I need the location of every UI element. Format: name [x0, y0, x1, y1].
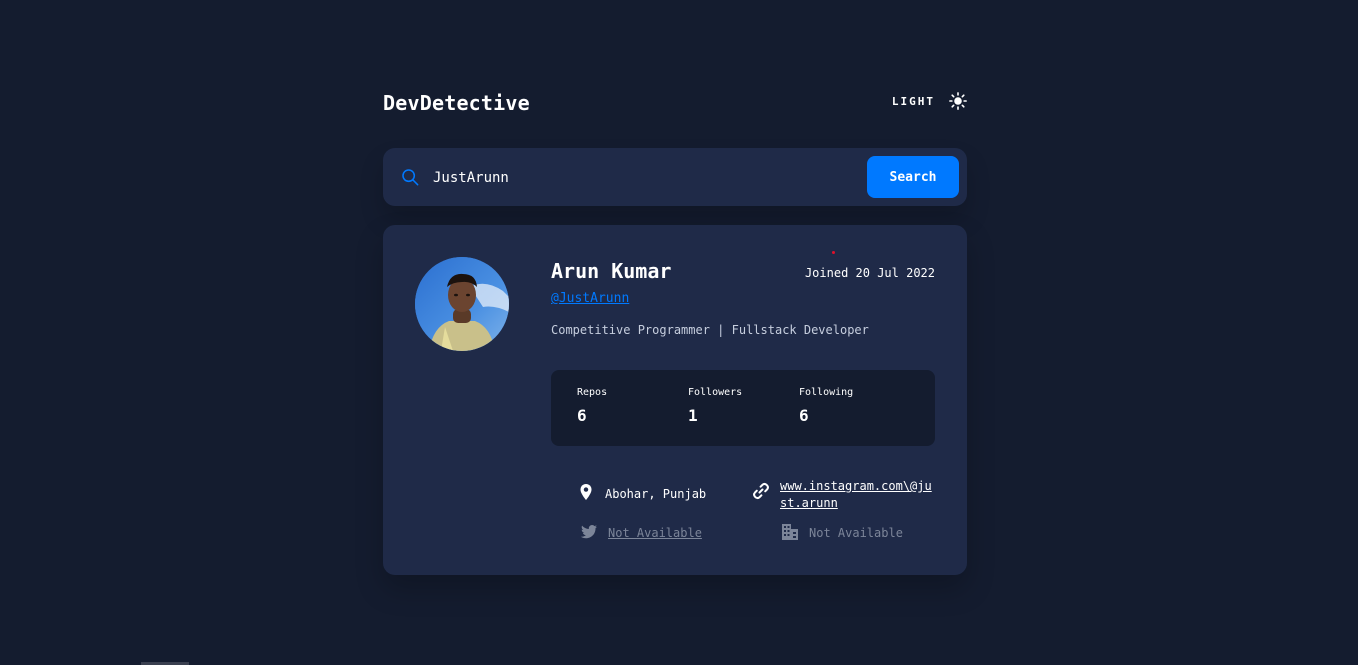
- location-info: Abohar, Punjab: [577, 483, 706, 503]
- header: DevDetective LIGHT: [383, 88, 967, 122]
- profile-name: Arun Kumar: [551, 259, 672, 283]
- joined-date: Joined 20 Jul 2022: [804, 266, 935, 280]
- stat-label: Repos: [577, 387, 608, 398]
- profile-bio: Competitive Programmer | Fullstack Devel…: [551, 323, 869, 337]
- theme-label: LIGHT: [891, 94, 935, 108]
- avatar-image: [415, 257, 509, 351]
- search-icon: [402, 169, 419, 186]
- company-info: Not Available: [781, 523, 903, 542]
- stat-label: Following: [799, 387, 854, 398]
- website-link-line2: st.arunn: [780, 496, 838, 510]
- building-icon: [782, 524, 798, 540]
- stat-value: 1: [688, 406, 698, 425]
- search-input[interactable]: [431, 162, 855, 194]
- location-text: Abohar, Punjab: [605, 487, 707, 501]
- theme-toggle[interactable]: LIGHT: [892, 92, 967, 110]
- twitter-icon: [580, 525, 597, 539]
- website-link-line1: www.instagram.com\@ju: [780, 479, 932, 493]
- twitter-link[interactable]: Not Available: [608, 525, 702, 542]
- website-link[interactable]: www.instagram.com\@ju st.arunn: [780, 478, 932, 512]
- search-button[interactable]: Search: [867, 156, 959, 198]
- app-logo: DevDetective: [383, 91, 530, 115]
- profile-username-link[interactable]: @JustArunn: [551, 291, 629, 306]
- sun-icon: [949, 92, 967, 110]
- profile-card: Arun Kumar Joined 20 Jul 2022 @JustArunn…: [383, 225, 967, 575]
- stat-followers: Followers 1: [688, 387, 742, 425]
- stat-value: 6: [577, 406, 587, 425]
- stats-panel: Repos 6 Followers 1 Following 6: [551, 370, 935, 446]
- stat-following: Following 6: [799, 387, 853, 425]
- company-text: Not Available: [809, 526, 903, 540]
- location-pin-icon: [580, 484, 592, 500]
- website-info: www.instagram.com\@ju st.arunn: [752, 478, 932, 512]
- link-icon: [753, 482, 769, 500]
- stat-label: Followers: [688, 387, 743, 398]
- notification-dot: [832, 251, 835, 254]
- stat-repos: Repos 6: [577, 387, 607, 425]
- search-bar: Search: [383, 148, 967, 206]
- twitter-info: Not Available: [580, 523, 702, 542]
- stat-value: 6: [799, 406, 809, 425]
- avatar: [415, 257, 509, 351]
